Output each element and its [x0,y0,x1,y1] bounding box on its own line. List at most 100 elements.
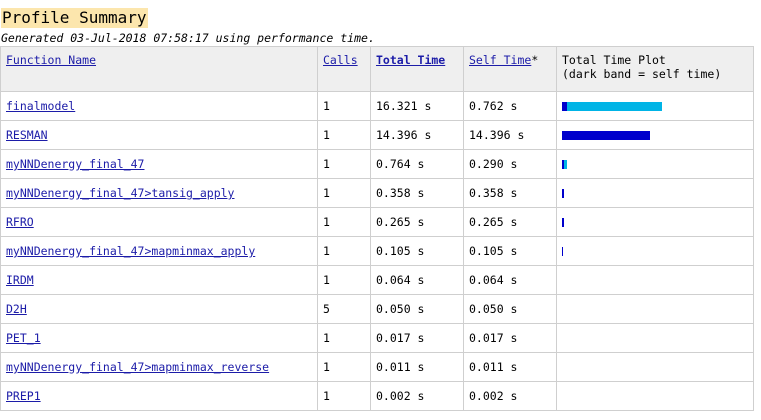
self-cell: 0.064 s [463,265,557,295]
header-self-time: Self Time* [463,46,557,92]
sort-function-name-link[interactable]: Function Name [6,53,96,67]
calls-cell: 1 [317,352,371,382]
table-row: RFRO 1 0.265 s 0.265 s [0,207,754,237]
self-time-band [562,130,650,140]
time-plot-bar [562,276,747,285]
function-name-cell: RESMAN [0,120,318,150]
time-plot-cell [556,236,754,266]
total-cell: 0.050 s [370,294,464,324]
function-name-cell: myNNDenergy_final_47>mapminmax_apply [0,236,318,266]
total-cell: 0.105 s [370,236,464,266]
calls-cell: 1 [317,207,371,237]
calls-cell: 1 [317,236,371,266]
table-row: myNNDenergy_final_47>mapminmax_apply 1 0.1… [0,236,754,266]
function-link[interactable]: finalmodel [6,99,75,113]
calls-cell: 1 [317,91,371,121]
time-plot-cell [556,178,754,208]
table-row: PET_1 1 0.017 s 0.017 s [0,323,754,353]
time-plot-bar [562,305,747,314]
header-calls: Calls [317,46,371,92]
total-cell: 0.011 s [370,352,464,382]
self-cell: 0.358 s [463,178,557,208]
profile-table: Function Name Calls Total Time Self Time… [0,46,754,411]
function-link[interactable]: myNNDenergy_final_47>mapminmax_apply [6,244,255,258]
time-plot-cell [556,265,754,295]
time-plot-cell [556,149,754,179]
function-link[interactable]: myNNDenergy_final_47>tansig_apply [6,186,234,200]
page-title-wrap: Profile Summary [1,8,148,28]
header-function-name: Function Name [0,46,318,92]
self-cell: 0.265 s [463,207,557,237]
sort-total-time-link[interactable]: Total Time [376,53,445,67]
function-link[interactable]: RESMAN [6,128,48,142]
function-link[interactable]: RFRO [6,215,34,229]
table-row: IRDM 1 0.064 s 0.064 s [0,265,754,295]
calls-cell: 1 [317,381,371,411]
time-plot-cell [556,91,754,121]
self-cell: 0.105 s [463,236,557,266]
total-cell: 0.002 s [370,381,464,411]
self-cell: 0.050 s [463,294,557,324]
total-cell: 16.321 s [370,91,464,121]
time-plot-cell [556,323,754,353]
table-row: PREP1 1 0.002 s 0.002 s [0,381,754,411]
calls-cell: 1 [317,178,371,208]
total-cell: 14.396 s [370,120,464,150]
plot-header-line2: (dark band = self time) [562,67,722,81]
time-plot-cell [556,120,754,150]
self-time-band [562,217,564,227]
time-plot-bar [562,130,747,140]
self-cell: 0.290 s [463,149,557,179]
function-link[interactable]: D2H [6,302,27,316]
time-plot-bar [562,101,747,111]
self-cell: 0.002 s [463,381,557,411]
function-link[interactable]: PREP1 [6,389,41,403]
time-plot-bar [562,246,747,256]
self-time-band [562,159,564,169]
time-plot-bar [562,363,747,372]
time-plot-bar [562,188,747,198]
function-name-cell: PREP1 [0,381,318,411]
function-name-cell: myNNDenergy_final_47>tansig_apply [0,178,318,208]
self-cell: 0.011 s [463,352,557,382]
header-total-time-plot: Total Time Plot (dark band = self time) [556,46,754,92]
self-time-footnote-mark: * [531,53,539,67]
time-plot-bar [562,159,747,169]
table-row: myNNDenergy_final_47 1 0.764 s 0.290 s [0,149,754,179]
time-plot-bar [562,217,747,227]
total-time-band [562,101,662,111]
calls-cell: 1 [317,120,371,150]
function-name-cell: finalmodel [0,91,318,121]
time-plot-cell [556,207,754,237]
self-cell: 0.762 s [463,91,557,121]
table-row: myNNDenergy_final_47>mapminmax_reverse 1 0… [0,352,754,382]
sort-calls-link[interactable]: Calls [323,53,358,67]
function-name-cell: RFRO [0,207,318,237]
self-time-band [562,246,563,256]
header-total-time: Total Time [370,46,464,92]
total-cell: 0.358 s [370,178,464,208]
table-row: finalmodel 1 16.321 s 0.762 s [0,91,754,121]
table-row: myNNDenergy_final_47>tansig_apply 1 0.358 … [0,178,754,208]
total-cell: 0.017 s [370,323,464,353]
function-name-cell: myNNDenergy_final_47 [0,149,318,179]
function-link[interactable]: IRDM [6,273,34,287]
time-plot-cell [556,352,754,382]
self-time-band [562,188,564,198]
table-row: D2H 5 0.050 s 0.050 s [0,294,754,324]
total-cell: 0.064 s [370,265,464,295]
table-row: RESMAN 1 14.396 s 14.396 s [0,120,754,150]
sort-self-time-link[interactable]: Self Time [469,53,531,67]
plot-header-line1: Total Time Plot [562,53,666,67]
function-link[interactable]: PET_1 [6,331,41,345]
function-link[interactable]: myNNDenergy_final_47>mapminmax_reverse [6,360,269,374]
calls-cell: 1 [317,149,371,179]
self-cell: 14.396 s [463,120,557,150]
function-link[interactable]: myNNDenergy_final_47 [6,157,144,171]
time-plot-cell [556,294,754,324]
calls-cell: 1 [317,323,371,353]
function-name-cell: myNNDenergy_final_47>mapminmax_reverse [0,352,318,382]
function-name-cell: PET_1 [0,323,318,353]
calls-cell: 1 [317,265,371,295]
calls-cell: 5 [317,294,371,324]
